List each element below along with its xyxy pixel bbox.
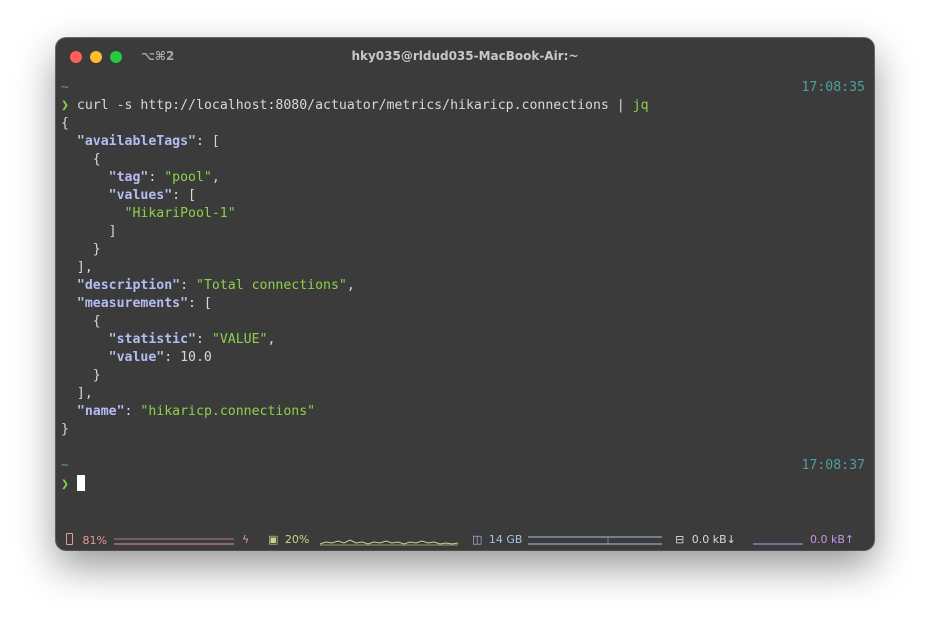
json-line: { <box>61 313 869 331</box>
json-line: "description": "Total connections", <box>76 278 355 293</box>
json-brace: { <box>61 116 69 131</box>
json-line: { <box>61 115 869 133</box>
json-line: } <box>61 241 869 259</box>
json-string: "pool" <box>164 170 212 185</box>
json-line: ] <box>61 223 869 241</box>
net-up-value: 0.0 kB↑ <box>810 533 855 546</box>
battery-graph <box>114 538 234 545</box>
json-line: "name": "hikaricp.connections" <box>76 404 316 419</box>
json-string: "hikaricp.connections" <box>140 404 316 419</box>
prompt-line: ~17:08:35 <box>61 79 869 97</box>
prompt-chevron-icon: ❯ <box>61 477 69 492</box>
json-key: "value" <box>108 350 165 365</box>
json-key: "values" <box>108 188 173 203</box>
json-key: "description" <box>76 278 181 293</box>
json-number: 10.0 <box>180 350 212 365</box>
command-pipe-target: jq <box>632 98 649 113</box>
json-line: "measurements": [ <box>76 296 212 311</box>
json-line: "value": 10.0 <box>108 350 212 365</box>
json-brace: { <box>92 314 101 329</box>
prompt-line: ~17:08:37 <box>61 457 869 475</box>
battery-icon <box>66 533 73 545</box>
json-line: "availableTags": [ <box>76 134 220 149</box>
net-down-value: 0.0 kB↓ <box>691 533 736 546</box>
json-brace: } <box>61 422 69 437</box>
cpu-icon: ▣ <box>268 533 279 546</box>
json-line: "tag": "pool", <box>108 170 220 185</box>
window-title: hky035@rldud035-MacBook-Air:~ <box>351 49 579 63</box>
json-bracket: ], <box>76 260 93 275</box>
json-brace: } <box>92 242 101 257</box>
cpu-graph <box>320 539 459 546</box>
json-line: "HikariPool-1" <box>61 205 869 223</box>
json-brace: } <box>92 368 101 383</box>
battery-segment: 81% <box>66 533 107 547</box>
json-key: "statistic" <box>108 332 196 347</box>
json-bracket: ] <box>108 224 117 239</box>
command-line: ❯ curl -s http://localhost:8080/actuator… <box>61 97 869 115</box>
json-key: "tag" <box>108 170 149 185</box>
json-string: "VALUE" <box>211 332 268 347</box>
terminal-window: ⌥⌘2 hky035@rldud035-MacBook-Air:~ ~17:08… <box>56 38 874 550</box>
json-line: { <box>61 151 869 169</box>
command-text: curl -s http://localhost:8080/actuator/m… <box>76 98 625 113</box>
json-key: "name" <box>76 404 125 419</box>
prompt-chevron-icon: ❯ <box>61 98 69 113</box>
json-string: "Total connections" <box>196 278 347 293</box>
json-line: } <box>61 421 869 439</box>
memory-value: 14 GB <box>488 533 523 546</box>
json-line: } <box>61 367 869 385</box>
memory-segment: ◫ 14 GB <box>472 533 522 546</box>
json-bracket: ], <box>76 386 93 401</box>
prompt-time: 17:08:35 <box>801 80 865 95</box>
network-segment: ⊟ 0.0 kB↓ <box>675 533 736 546</box>
battery-value: 81% <box>82 534 107 547</box>
prompt-dir: ~ <box>61 458 69 473</box>
net-up-graph <box>753 543 803 545</box>
json-brace: { <box>92 152 101 167</box>
json-string: "HikariPool-1" <box>124 206 236 221</box>
text-cursor <box>76 475 85 491</box>
cpu-value: 20% <box>284 533 310 546</box>
json-line: ], <box>61 259 869 277</box>
cpu-segment: ▣ 20% <box>268 533 309 546</box>
memory-graph <box>528 536 662 545</box>
network-icon: ⊟ <box>675 533 685 546</box>
json-line: "values": [ <box>108 188 196 203</box>
terminal-output[interactable]: ~17:08:35 ❯ curl -s http://localhost:808… <box>61 79 869 493</box>
prompt-time: 17:08:37 <box>801 458 865 473</box>
json-line: ], <box>61 385 869 403</box>
status-bar: 81% ϟ ▣ 20% ◫ 14 GB ⊟ 0.0 kB↓ 0.0 kB↑ <box>56 530 874 550</box>
title-bar: ⌥⌘2 hky035@rldud035-MacBook-Air:~ <box>56 38 874 76</box>
json-key: "availableTags" <box>76 134 196 149</box>
prompt-dir: ~ <box>61 80 69 95</box>
input-line[interactable]: ❯ <box>61 475 869 493</box>
json-key: "measurements" <box>76 296 189 311</box>
charging-icon: ϟ <box>242 533 250 546</box>
json-line: "statistic": "VALUE", <box>108 332 276 347</box>
memory-icon: ◫ <box>472 533 483 546</box>
